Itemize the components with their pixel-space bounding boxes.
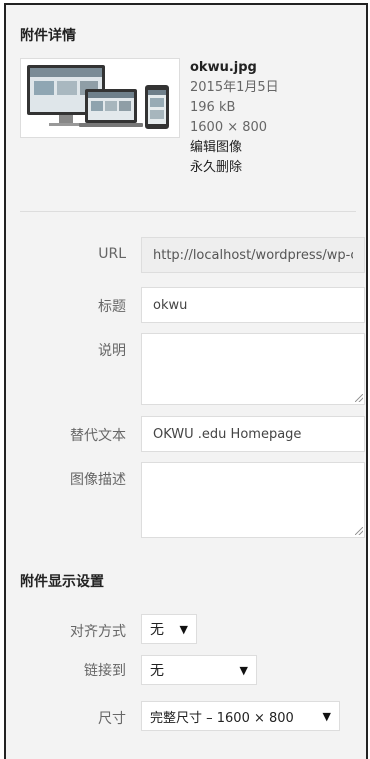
alt-text-label: 替代文本 [70,428,126,444]
title-field[interactable] [141,287,365,323]
alignment-label: 对齐方式 [70,624,126,640]
file-name: okwu.jpg [190,60,257,75]
caption-label: 说明 [98,343,126,359]
link-to-value: 无 [150,663,164,679]
caret-down-icon: ▼ [322,709,331,723]
url-label: URL [98,246,126,262]
caption-field[interactable] [141,333,365,405]
size-select[interactable]: 完整尺寸 – 1600 × 800 ▼ [141,701,340,731]
size-label: 尺寸 [98,711,126,727]
link-to-label: 链接到 [84,663,126,679]
size-value: 完整尺寸 – 1600 × 800 [150,710,294,726]
delete-permanently-link[interactable]: 永久删除 [190,158,279,178]
resize-grip-icon[interactable] [355,394,363,402]
alt-text-field[interactable] [141,416,365,452]
caret-down-icon: ▼ [239,663,248,677]
alignment-value: 无 [150,622,164,638]
caret-down-icon: ▼ [179,622,188,636]
description-field[interactable] [141,462,365,538]
description-label: 图像描述 [70,472,126,488]
attachment-details-heading: 附件详情 [20,28,76,44]
link-to-select[interactable]: 无 ▼ [141,655,257,685]
edit-image-link[interactable]: 编辑图像 [190,138,279,158]
title-label: 标题 [98,299,126,315]
image-dimensions: 1600 × 800 [190,120,268,135]
upload-date: 2015年1月5日 [190,80,279,95]
resize-grip-icon[interactable] [355,527,363,535]
attachment-meta: okwu.jpg 2015年1月5日 196 kB 1600 × 800 编辑图… [190,58,279,178]
alignment-select[interactable]: 无 ▼ [141,614,197,644]
thumbnail-image [21,59,179,137]
url-field[interactable] [141,237,365,273]
attachment-thumbnail[interactable] [20,58,180,138]
display-settings-heading: 附件显示设置 [20,574,104,590]
section-divider [20,211,356,212]
file-size: 196 kB [190,100,236,115]
